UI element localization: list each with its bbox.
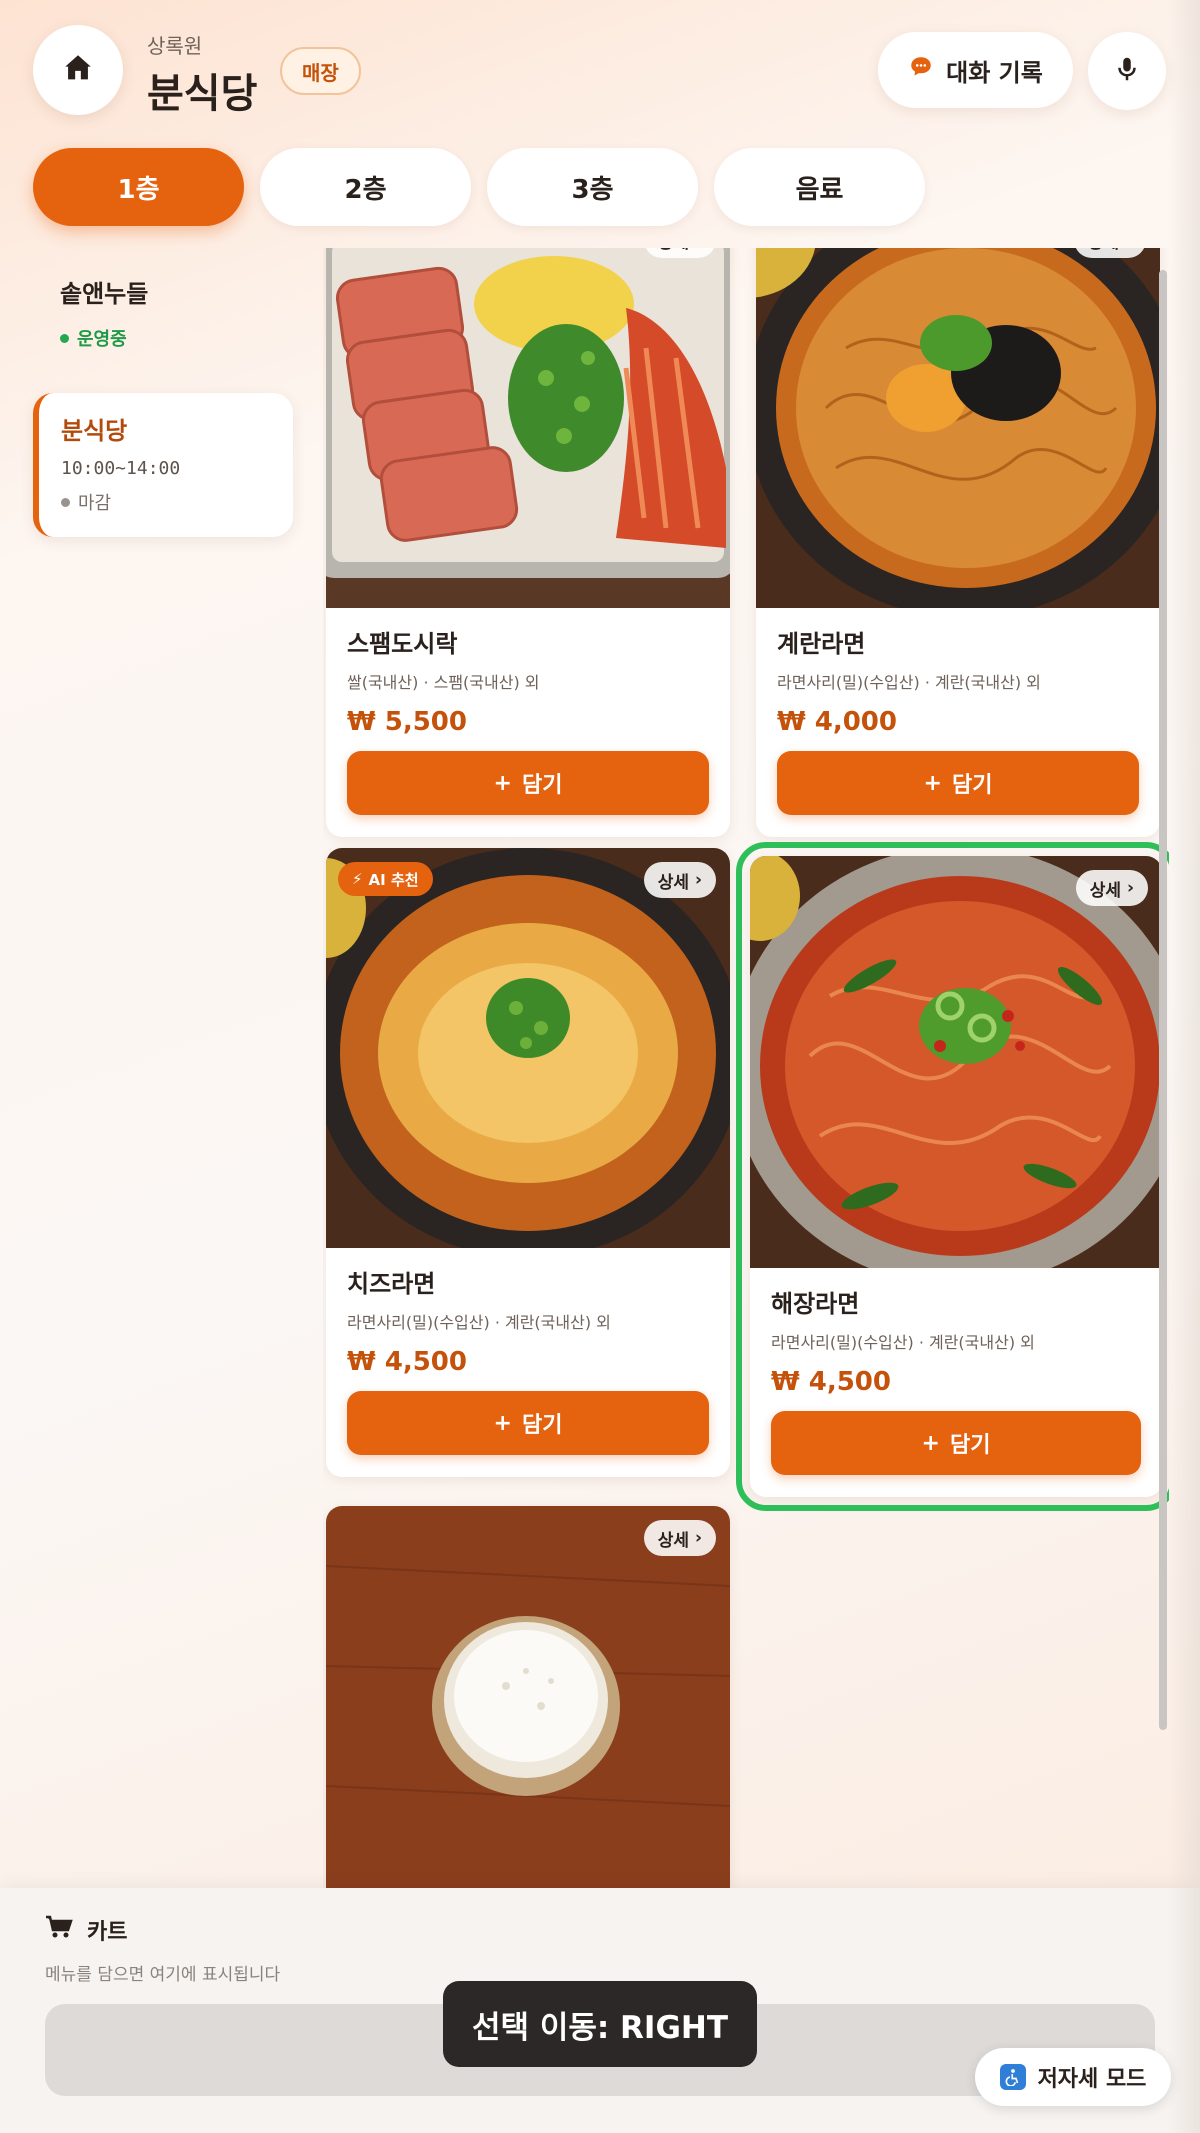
sidebar-item-bunsikdang[interactable]: 분식당 10:00~14:00 마감: [33, 393, 293, 537]
add-label: 담기: [949, 1433, 991, 1458]
menu-price: ₩ 4,000: [777, 707, 897, 737]
chat-bubble-icon: [908, 54, 934, 86]
microphone-icon: [1112, 54, 1142, 88]
opening-hours: 10:00~14:00: [61, 458, 181, 479]
menu-name: 해장라면: [771, 1290, 860, 1318]
microphone-button[interactable]: [1088, 32, 1166, 110]
tab-floor-1[interactable]: 1층: [33, 148, 244, 226]
sidebar-item-label: 솥앤누들: [60, 280, 149, 308]
store-subtitle: 상록원: [147, 34, 203, 58]
cart-icon: [45, 1915, 73, 1945]
chevron-right-icon: ›: [1125, 248, 1132, 250]
cart-title: 카트: [87, 1920, 128, 1945]
status-open: 운영중: [60, 325, 266, 351]
add-label: 담기: [951, 773, 993, 798]
menu-name: 스팸도시락: [347, 630, 458, 658]
menu-ingredients: 라면사리(밀)(수입산) · 계란(국내산) 외: [777, 673, 1041, 692]
add-to-cart-button[interactable]: + 담기: [347, 751, 709, 815]
menu-name: 치즈라면: [347, 1270, 436, 1298]
sidebar-item-label: 분식당: [61, 417, 128, 445]
menu-image: 상세 ›: [750, 856, 1162, 1268]
top-bar: 상록원 분식당 매장 대화 기록: [0, 0, 1200, 140]
detail-label: 상세: [1088, 248, 1119, 253]
menu-image: 상세 ›: [326, 248, 730, 608]
ai-label: AI 추천: [368, 870, 419, 889]
store-title: 분식당: [147, 71, 258, 117]
restaurant-sidebar: 솥앤누들 운영중 분식당 10:00~14:00 마감: [33, 262, 293, 537]
chat-history-button[interactable]: 대화 기록: [878, 32, 1073, 108]
selection-toast: 선택 이동: RIGHT: [443, 1981, 757, 2067]
menu-image: 상세 ›: [326, 1506, 730, 1888]
menu-ingredients: 라면사리(밀)(수입산) · 계란(국내산) 외: [347, 1313, 611, 1332]
chevron-right-icon: ›: [694, 870, 702, 890]
detail-button[interactable]: 상세 ›: [643, 248, 716, 258]
tab-floor-3[interactable]: 3층: [487, 148, 698, 226]
home-button[interactable]: [33, 25, 123, 115]
menu-scrollbar[interactable]: [1159, 270, 1167, 1730]
menu-name: 계란라면: [777, 630, 866, 658]
detail-label: 상세: [658, 248, 689, 253]
status-text: 운영중: [77, 329, 127, 350]
menu-image: 상세 ›: [756, 248, 1160, 608]
cart-header: 카트: [45, 1914, 127, 1946]
plus-icon: +: [923, 770, 942, 796]
title-block: 상록원 분식당: [147, 30, 257, 119]
status-dot-icon: [60, 333, 69, 343]
menu-card-spam-dosirak[interactable]: 상세 › 스팸도시락 쌀(국내산) · 스팸(국내산) 외 ₩ 5,500 + …: [326, 248, 730, 837]
plus-icon: +: [493, 770, 512, 796]
lightning-icon: ⚡: [352, 870, 363, 888]
add-to-cart-button[interactable]: + 담기: [347, 1391, 709, 1455]
detail-button[interactable]: 상세 ›: [1075, 870, 1148, 906]
plus-icon: +: [493, 1410, 512, 1436]
status-closed: 마감: [61, 489, 271, 515]
easy-mode-button[interactable]: 저자세 모드: [975, 2048, 1171, 2106]
menu-card-egg-ramen[interactable]: 상세 › 계란라면 라면사리(밀)(수입산) · 계란(국내산) 외 ₩ 4,0…: [756, 248, 1160, 837]
detail-label: 상세: [657, 1530, 689, 1551]
floor-tabs: 1층 2층 3층 음료: [33, 148, 925, 226]
sidebar-item-sotnnoodle[interactable]: 솥앤누들 운영중: [33, 262, 293, 365]
detail-label: 상세: [1089, 880, 1121, 901]
tab-floor-2[interactable]: 2층: [260, 148, 471, 226]
menu-ingredients: 쌀(국내산) · 스팸(국내산) 외: [347, 673, 540, 692]
menu-price: ₩ 4,500: [347, 1347, 467, 1377]
menu-card-rice[interactable]: 상세 ›: [326, 1506, 730, 1888]
status-text: 마감: [78, 493, 112, 514]
chat-history-label: 대화 기록: [946, 58, 1043, 87]
menu-image: ⚡ AI 추천 상세 ›: [326, 848, 730, 1248]
chevron-right-icon: ›: [694, 1528, 702, 1548]
add-label: 담기: [521, 1413, 563, 1438]
accessibility-icon: [999, 2064, 1026, 2090]
chevron-right-icon: ›: [695, 248, 702, 250]
add-to-cart-button[interactable]: + 담기: [777, 751, 1139, 815]
plus-icon: +: [921, 1430, 940, 1456]
menu-card-cheese-ramen[interactable]: ⚡ AI 추천 상세 › 치즈라면 라면사리(밀)(수입산) · 계란(국내산)…: [326, 848, 730, 1477]
menu-price: ₩ 5,500: [347, 707, 467, 737]
edge-shade: [1168, 0, 1200, 2133]
home-icon: [61, 51, 95, 89]
cart-empty-message: 메뉴를 담으면 여기에 표시됩니다: [45, 1965, 281, 1985]
menu-ingredients: 라면사리(밀)(수입산) · 계란(국내산) 외: [771, 1333, 1035, 1352]
store-badge: 매장: [280, 47, 361, 95]
ai-recommend-badge: ⚡ AI 추천: [338, 862, 433, 896]
menu-price: ₩ 4,500: [771, 1367, 891, 1397]
menu-grid: 상세 › 스팸도시락 쌀(국내산) · 스팸(국내산) 외 ₩ 5,500 + …: [323, 248, 1169, 1888]
status-dot-icon: [61, 497, 70, 507]
detail-button[interactable]: 상세 ›: [1073, 248, 1146, 258]
detail-button[interactable]: 상세 ›: [643, 862, 716, 898]
add-to-cart-button[interactable]: + 담기: [771, 1411, 1141, 1475]
detail-button[interactable]: 상세 ›: [643, 1520, 716, 1556]
add-label: 담기: [521, 773, 563, 798]
detail-label: 상세: [657, 872, 689, 893]
tab-drinks[interactable]: 음료: [714, 148, 925, 226]
easy-mode-label: 저자세 모드: [1037, 2067, 1147, 2092]
menu-card-haejang-ramen[interactable]: 상세 › 해장라면 라면사리(밀)(수입산) · 계란(국내산) 외 ₩ 4,5…: [736, 842, 1169, 1511]
chevron-right-icon: ›: [1126, 878, 1134, 898]
